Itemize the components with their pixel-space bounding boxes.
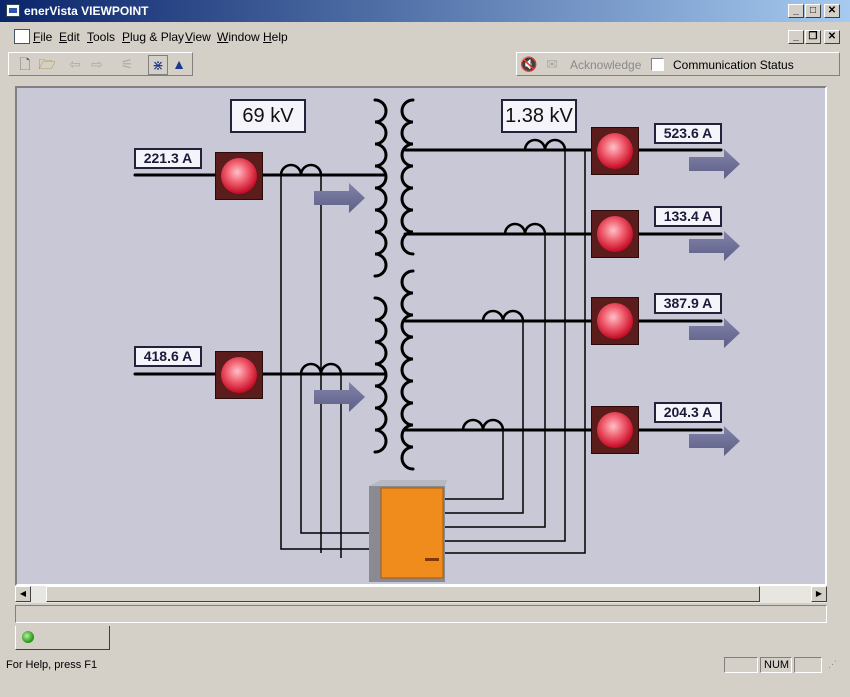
primary-voltage-label: 69 kV — [230, 99, 306, 133]
menu-tools[interactable]: Tools — [87, 30, 115, 44]
output-current-2: 133.4 A — [654, 206, 722, 227]
child-minimize-button[interactable]: _ — [788, 30, 804, 44]
status-bar: For Help, press F1 NUM ⋰ — [0, 655, 850, 675]
network-icon[interactable]: ⋇ — [148, 55, 168, 75]
menu-file[interactable]: File — [33, 30, 52, 44]
breaker-indicator-output-2[interactable] — [591, 210, 639, 258]
open-folder-icon[interactable]: 🗁 — [38, 55, 56, 73]
document-icon[interactable] — [14, 29, 30, 44]
output-current-4: 204.3 A — [654, 402, 722, 423]
output-current-3: 387.9 A — [654, 293, 722, 314]
menu-plug-and-play[interactable]: Plug & Play — [122, 30, 184, 44]
scroll-left-button[interactable]: ◀ — [15, 586, 31, 602]
breaker-indicator-input-2[interactable] — [215, 351, 263, 399]
child-restore-button[interactable]: ❐ — [805, 30, 821, 44]
window-tab[interactable] — [15, 626, 110, 650]
secondary-voltage-label: 1.38 kV — [501, 99, 577, 133]
breaker-indicator-input-1[interactable] — [215, 152, 263, 200]
forward-arrow-icon[interactable]: ⇨ — [88, 55, 106, 73]
flow-arrow-out-1 — [689, 149, 740, 179]
secondary-coil-top — [400, 98, 415, 256]
input-current-1: 221.3 A — [134, 148, 202, 169]
menu-bar: File Edit Tools Plug & Play View Window … — [0, 26, 850, 48]
primary-coil-top — [373, 98, 388, 278]
secondary-coil-bottom — [400, 269, 415, 471]
speaker-mute-icon[interactable]: 🔇 — [520, 55, 538, 73]
lower-panel — [15, 605, 827, 623]
horizontal-scrollbar[interactable]: ◀ ▶ — [15, 586, 827, 603]
menu-window[interactable]: Window — [217, 30, 260, 44]
menu-help[interactable]: Help — [263, 30, 288, 44]
communication-status-checkbox[interactable] — [651, 58, 664, 71]
plug-icon[interactable]: ⚟ — [118, 55, 136, 73]
minimize-button[interactable]: _ — [788, 4, 804, 18]
acknowledge-button[interactable]: Acknowledge — [570, 58, 641, 72]
input-current-2: 418.6 A — [134, 346, 202, 367]
protection-relay — [369, 480, 447, 582]
diagram-canvas[interactable]: 69 kV 1.38 kV 221.3 A 418.6 A 523.6 A 13… — [15, 86, 827, 586]
title-bar[interactable]: enerVista VIEWPOINT _ □ ✕ — [0, 0, 850, 22]
toolbar: 🗋 🗁 ⇦ ⇨ ⚟ ⋇ ▲ 🔇 ✉ Acknowledge Communicat… — [0, 50, 850, 78]
app-icon[interactable] — [6, 4, 20, 17]
help-text: For Help, press F1 — [6, 659, 98, 671]
breaker-indicator-output-3[interactable] — [591, 297, 639, 345]
window-title: enerVista VIEWPOINT — [24, 4, 149, 18]
new-file-icon[interactable]: 🗋 — [16, 55, 34, 73]
breaker-indicator-output-4[interactable] — [591, 406, 639, 454]
num-lock-indicator: NUM — [760, 657, 792, 673]
status-pane-scroll — [794, 657, 822, 673]
communication-status-label: Communication Status — [673, 58, 794, 72]
maximize-button[interactable]: □ — [805, 4, 821, 18]
analyzer-icon[interactable]: ▲ — [170, 55, 188, 73]
status-pane-empty — [724, 657, 758, 673]
scroll-thumb[interactable] — [46, 586, 760, 602]
output-current-1: 523.6 A — [654, 123, 722, 144]
status-led-icon — [22, 631, 34, 643]
close-button[interactable]: ✕ — [824, 4, 840, 18]
breaker-indicator-output-1[interactable] — [591, 127, 639, 175]
back-arrow-icon[interactable]: ⇦ — [66, 55, 84, 73]
menu-edit[interactable]: Edit — [59, 30, 80, 44]
resize-grip-icon[interactable]: ⋰ — [828, 659, 844, 673]
scroll-right-button[interactable]: ▶ — [811, 586, 827, 602]
menu-view[interactable]: View — [185, 30, 211, 44]
child-close-button[interactable]: ✕ — [824, 30, 840, 44]
acknowledge-icon[interactable]: ✉ — [543, 55, 561, 73]
